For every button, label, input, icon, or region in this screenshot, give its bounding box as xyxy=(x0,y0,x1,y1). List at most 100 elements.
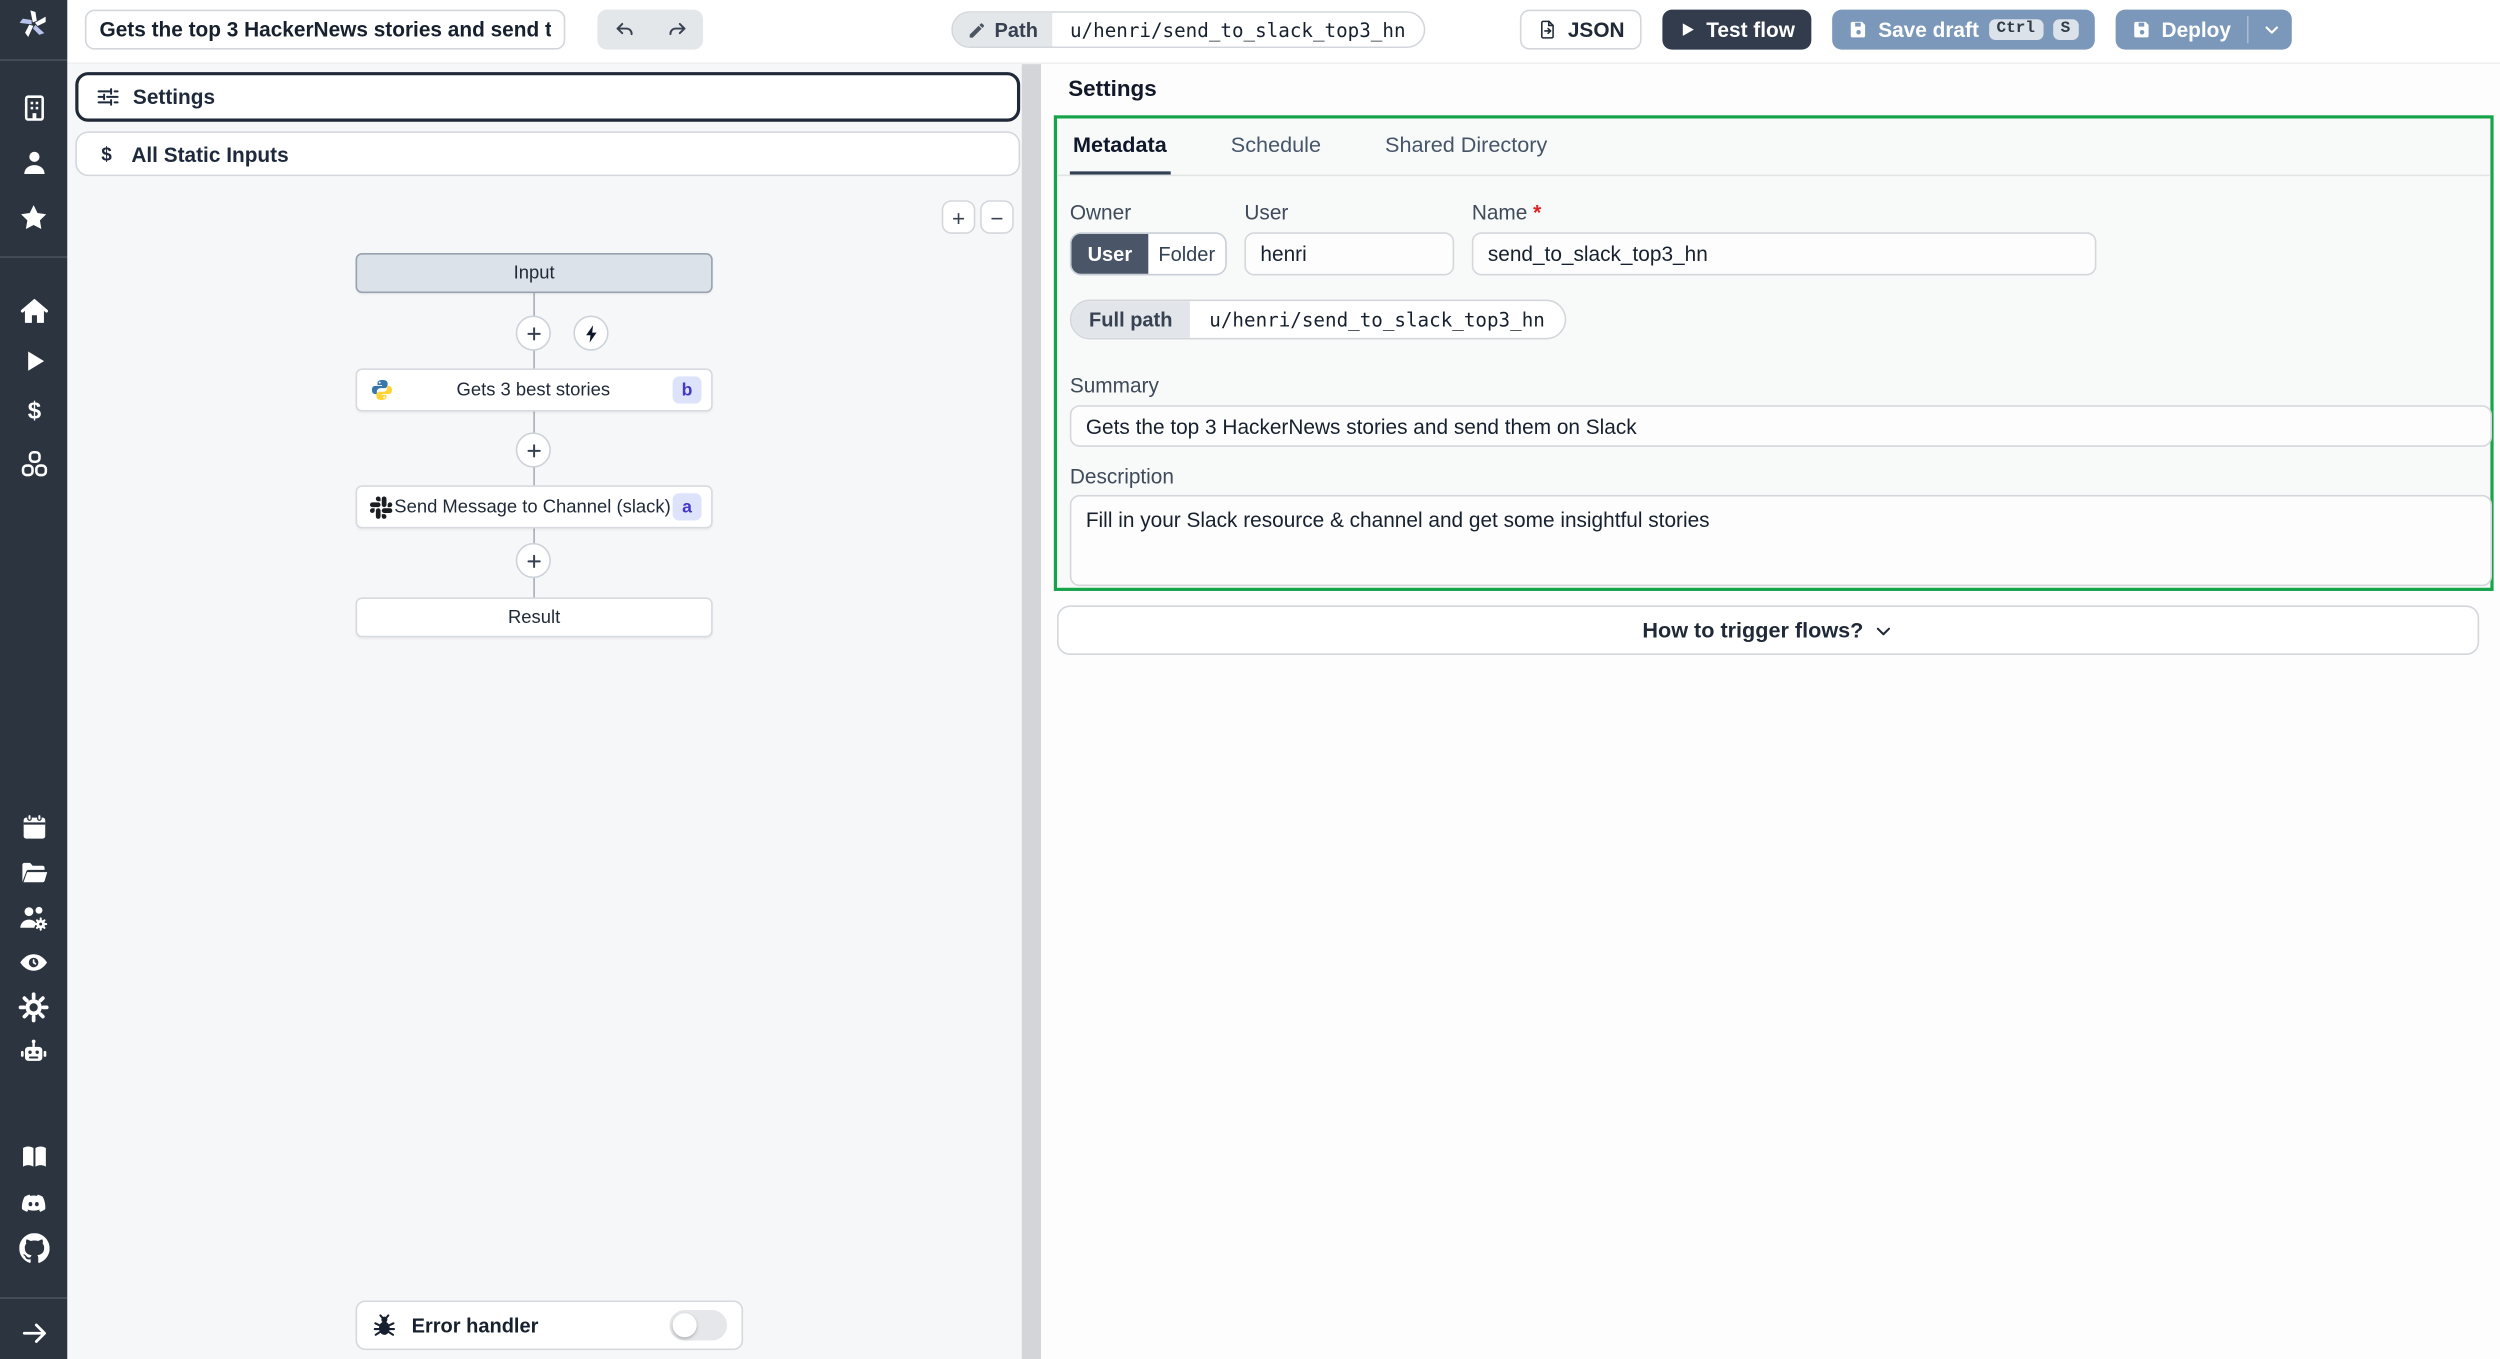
plus-icon xyxy=(526,553,540,568)
json-button[interactable]: JSON xyxy=(1519,9,1643,50)
play-icon xyxy=(1683,23,1695,36)
sidebar-item-workers[interactable] xyxy=(18,1036,50,1068)
name-field: Name * xyxy=(1471,201,2097,276)
sidebar-item-resources[interactable] xyxy=(18,447,50,479)
undo-button[interactable] xyxy=(597,10,650,50)
topbar-actions: JSON Test flow Save draft Ctrl S Deploy xyxy=(1519,9,2292,50)
folder-icon xyxy=(21,862,47,882)
sidebar-item-workspace[interactable] xyxy=(18,91,50,123)
windmill-flow-editor: $ Gets the top 3 HackerNews stories and … xyxy=(0,0,2500,1359)
settings-tabs: Metadata Schedule Shared Directory xyxy=(1057,119,2491,177)
dollar-icon: $ xyxy=(101,144,112,165)
chevron-down-icon[interactable] xyxy=(2261,19,2282,40)
error-handler-toggle[interactable] xyxy=(669,1310,728,1341)
add-trigger-button[interactable] xyxy=(573,315,609,351)
user-input[interactable] xyxy=(1244,232,1455,276)
flow-settings-button[interactable]: Settings xyxy=(75,72,1021,122)
sidebar-item-favorites[interactable] xyxy=(18,202,50,234)
redo-button[interactable] xyxy=(650,10,703,50)
add-step-button[interactable] xyxy=(515,432,551,468)
step-badge: b xyxy=(672,376,702,404)
undo-redo-group xyxy=(597,9,704,50)
book-icon xyxy=(22,1145,46,1166)
add-step-button[interactable] xyxy=(515,542,551,579)
sidebar-item-variables[interactable]: $ xyxy=(18,394,50,426)
all-static-inputs-button[interactable]: $ All Static Inputs xyxy=(75,131,1021,177)
deploy-button[interactable]: Deploy xyxy=(2115,9,2292,50)
add-step-button[interactable] xyxy=(515,315,551,351)
sidebar-item-user[interactable] xyxy=(18,146,50,178)
name-input[interactable] xyxy=(1471,232,2097,276)
pencil-icon xyxy=(969,22,985,37)
how-to-trigger-button[interactable]: How to trigger flows? xyxy=(1057,605,2480,656)
zoom-in-button[interactable]: + xyxy=(941,200,976,234)
boxes-icon xyxy=(20,450,47,476)
python-icon xyxy=(371,379,392,400)
discord-icon xyxy=(21,1194,46,1212)
tab-schedule[interactable]: Schedule xyxy=(1228,119,1325,175)
sidebar-item-audit-logs[interactable] xyxy=(18,947,50,979)
owner-toggle-user[interactable]: User xyxy=(1071,233,1149,274)
summary-label: Summary xyxy=(1069,373,1159,398)
sidebar-item-groups[interactable] xyxy=(18,902,50,934)
path-chip-label: Path xyxy=(952,12,1053,47)
user-field: User xyxy=(1244,201,1455,276)
sidebar-item-github[interactable] xyxy=(18,1232,50,1264)
topbar: Path u/henri/send_to_slack_top3_hn JSON … xyxy=(67,0,2500,65)
plus-icon xyxy=(526,326,540,340)
svg-text:$: $ xyxy=(27,397,41,424)
save-draft-button[interactable]: Save draft Ctrl S xyxy=(1831,9,2095,50)
building-icon xyxy=(24,94,44,120)
flow-node-result[interactable]: Result xyxy=(355,597,713,638)
sidebar-item-discord[interactable] xyxy=(18,1188,50,1220)
sidebar-divider xyxy=(0,59,68,61)
step-label: Gets 3 best stories xyxy=(456,380,611,400)
owner-toggle-folder[interactable]: Folder xyxy=(1148,234,1225,274)
flow-node-step-a[interactable]: Send Message to Channel (slack) a xyxy=(355,485,713,529)
sidebar-item-home[interactable] xyxy=(18,295,50,327)
error-handler-node[interactable]: Error handler xyxy=(355,1300,744,1351)
full-path-value: u/henri/send_to_slack_top3_hn xyxy=(1209,308,1545,331)
kbd-ctrl: Ctrl xyxy=(1988,19,2043,41)
sidebar-item-home-logo[interactable] xyxy=(18,8,50,40)
save-icon xyxy=(2133,21,2149,38)
owner-toggle: User Folder xyxy=(1069,232,1227,276)
tab-shared-directory[interactable]: Shared Directory xyxy=(1382,119,1551,175)
sidebar-item-settings[interactable] xyxy=(18,991,50,1023)
sidebar-item-schedules[interactable] xyxy=(18,810,50,842)
description-textarea[interactable]: Fill in your Slack resource & channel an… xyxy=(1069,494,2492,587)
sidebar: $ xyxy=(0,0,68,1359)
arrow-right-icon xyxy=(22,1322,46,1343)
settings-heading: Settings xyxy=(1068,75,1157,101)
toggle-knob xyxy=(672,1313,697,1338)
sidebar-item-runs[interactable] xyxy=(18,344,50,376)
save-icon xyxy=(1850,21,1865,38)
play-icon xyxy=(27,350,44,370)
full-path-label: Full path xyxy=(1071,301,1191,338)
flow-node-step-b[interactable]: Gets 3 best stories b xyxy=(355,368,713,412)
redo-icon xyxy=(668,22,685,35)
summary-input[interactable] xyxy=(1069,405,2492,447)
test-flow-button[interactable]: Test flow xyxy=(1662,9,1811,50)
flow-node-input[interactable]: Input xyxy=(355,253,713,294)
gear-icon xyxy=(18,992,49,1023)
full-path-chip: Full path u/henri/send_to_slack_top3_hn xyxy=(1069,299,1566,340)
panel-scrollbar[interactable] xyxy=(1021,64,1042,1359)
undo-icon xyxy=(615,22,632,35)
chevron-down-icon xyxy=(1875,626,1890,635)
users-gear-icon xyxy=(20,906,48,931)
step-label: Send Message to Channel (slack) xyxy=(394,497,671,517)
star-icon xyxy=(21,205,47,230)
flow-title-input[interactable] xyxy=(84,9,566,50)
svg-text:$: $ xyxy=(101,144,112,165)
zoom-out-button[interactable]: − xyxy=(980,200,1014,234)
sidebar-expand-button[interactable] xyxy=(18,1316,50,1348)
sidebar-item-docs[interactable] xyxy=(18,1140,50,1172)
path-chip[interactable]: Path u/henri/send_to_slack_top3_hn xyxy=(951,11,1425,49)
dollar-icon: $ xyxy=(27,397,41,424)
tab-metadata[interactable]: Metadata xyxy=(1069,119,1170,175)
owner-field: Owner User Folder xyxy=(1069,201,1227,276)
kbd-s: S xyxy=(2052,19,2079,41)
description-label: Description xyxy=(1069,464,1174,489)
sidebar-item-folders[interactable] xyxy=(18,857,50,889)
